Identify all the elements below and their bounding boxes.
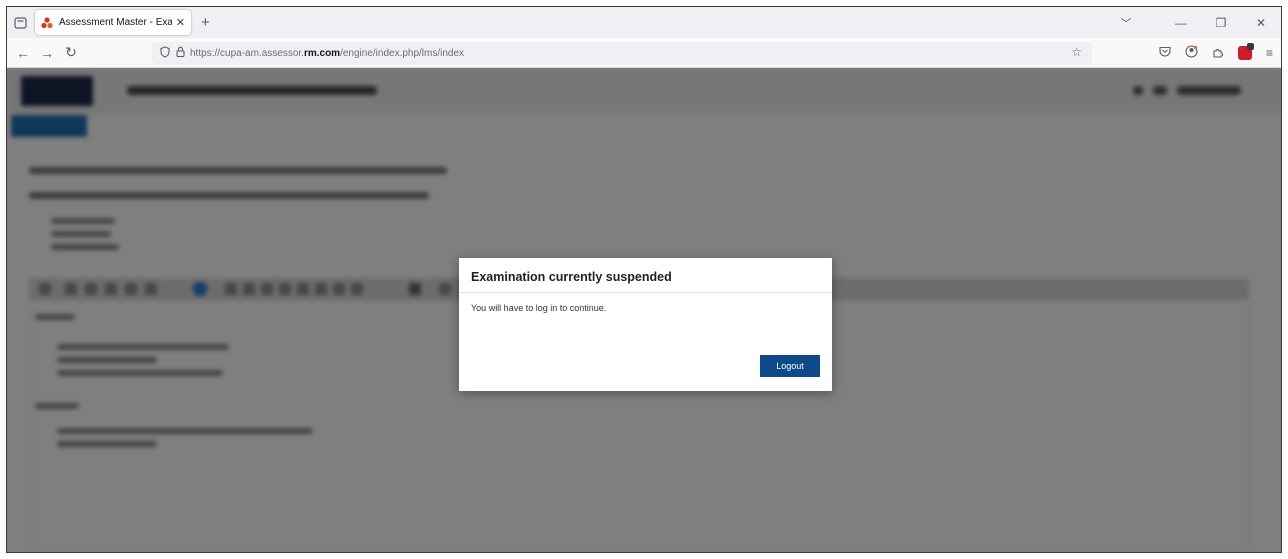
chevron-down-icon[interactable]: ﹀	[1111, 15, 1141, 31]
url-bar[interactable]: https://cupa-am.assessor.rm.com/engine/i…	[152, 42, 1092, 64]
url-domain: rm.com	[303, 47, 341, 59]
new-tab-icon[interactable]: +	[201, 14, 210, 31]
window-close-icon[interactable]: ✕	[1241, 16, 1281, 30]
account-icon[interactable]	[1185, 45, 1198, 61]
shield-icon[interactable]	[160, 45, 170, 61]
rm-favicon-icon	[41, 16, 53, 28]
url-text: https://cupa-am.assessor.rm.com/engine/i…	[190, 48, 464, 59]
url-path: /engine/index.php/lms/index	[340, 47, 465, 59]
minimize-icon[interactable]: —	[1161, 16, 1201, 30]
toolbar-right: ≡	[1159, 38, 1273, 68]
suspended-dialog: Examination currently suspended You will…	[459, 258, 832, 391]
firefox-view-icon[interactable]	[7, 7, 33, 38]
dialog-title: Examination currently suspended	[471, 270, 672, 284]
bookmark-star-icon[interactable]: ☆	[1071, 45, 1082, 59]
restore-icon[interactable]: ❐	[1201, 16, 1241, 30]
extension-badge-icon[interactable]	[1237, 43, 1254, 60]
active-tab[interactable]: Assessment Master - Exam Win ✕	[35, 10, 191, 35]
forward-icon[interactable]: →	[35, 45, 59, 61]
url-prefix: https://cupa-am.assessor.	[190, 47, 304, 59]
reload-icon[interactable]: ↻	[59, 44, 83, 61]
dialog-header: Examination currently suspended	[459, 258, 832, 293]
nav-bar: ← → ↻ https://cupa-am.assessor.rm.com/en…	[7, 38, 1281, 68]
tab-title: Assessment Master - Exam Win	[59, 17, 172, 28]
dialog-message: You will have to log in to continue.	[471, 303, 607, 313]
back-icon[interactable]: ←	[11, 45, 35, 61]
window-controls: ﹀ — ❐ ✕	[1111, 7, 1281, 38]
pocket-icon[interactable]	[1159, 46, 1171, 60]
logout-button[interactable]: Logout	[760, 355, 820, 377]
menu-icon[interactable]: ≡	[1266, 46, 1273, 60]
tab-bar: Assessment Master - Exam Win ✕ + ﹀ — ❐ ✕	[7, 7, 1281, 38]
close-icon[interactable]: ✕	[176, 16, 185, 29]
lock-icon[interactable]	[176, 46, 185, 60]
browser-window: Assessment Master - Exam Win ✕ + ﹀ — ❐ ✕…	[6, 6, 1282, 553]
extensions-icon[interactable]	[1212, 46, 1224, 61]
